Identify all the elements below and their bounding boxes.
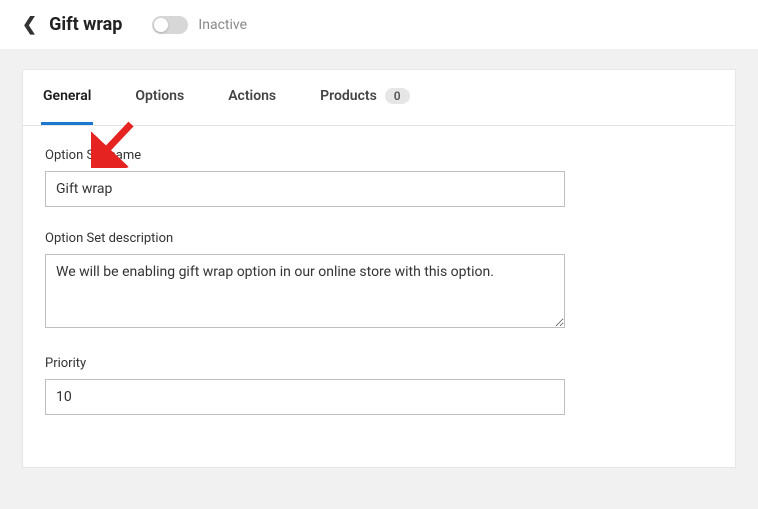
status-toggle[interactable] <box>152 16 188 34</box>
field-description: Option Set description <box>45 231 713 332</box>
tab-options[interactable]: Options <box>133 70 186 125</box>
description-label: Option Set description <box>45 231 713 246</box>
tab-label: Products <box>320 88 377 104</box>
name-input[interactable] <box>45 171 565 207</box>
form-body: Option Set name Option Set description P… <box>23 126 735 467</box>
back-chevron-icon[interactable]: ❮ <box>22 14 37 35</box>
priority-input[interactable] <box>45 379 565 415</box>
field-name: Option Set name <box>45 148 713 207</box>
content-area: General Options Actions Products 0 Optio… <box>0 49 758 509</box>
products-count-badge: 0 <box>385 88 410 104</box>
tab-label: General <box>43 88 91 104</box>
priority-label: Priority <box>45 356 713 371</box>
tab-label: Options <box>135 88 184 104</box>
tab-products[interactable]: Products 0 <box>318 70 412 125</box>
status-label: Inactive <box>198 17 247 33</box>
status-toggle-wrap: Inactive <box>152 16 247 34</box>
settings-card: General Options Actions Products 0 Optio… <box>22 69 736 468</box>
page-title: Gift wrap <box>49 14 122 35</box>
tab-actions[interactable]: Actions <box>226 70 278 125</box>
description-textarea[interactable] <box>45 254 565 328</box>
tab-label: Actions <box>228 88 276 104</box>
field-priority: Priority <box>45 356 713 415</box>
name-label: Option Set name <box>45 148 713 163</box>
tabs-bar: General Options Actions Products 0 <box>23 70 735 126</box>
tab-general[interactable]: General <box>41 70 93 125</box>
page-header: ❮ Gift wrap Inactive <box>0 0 758 49</box>
toggle-knob <box>154 18 168 32</box>
